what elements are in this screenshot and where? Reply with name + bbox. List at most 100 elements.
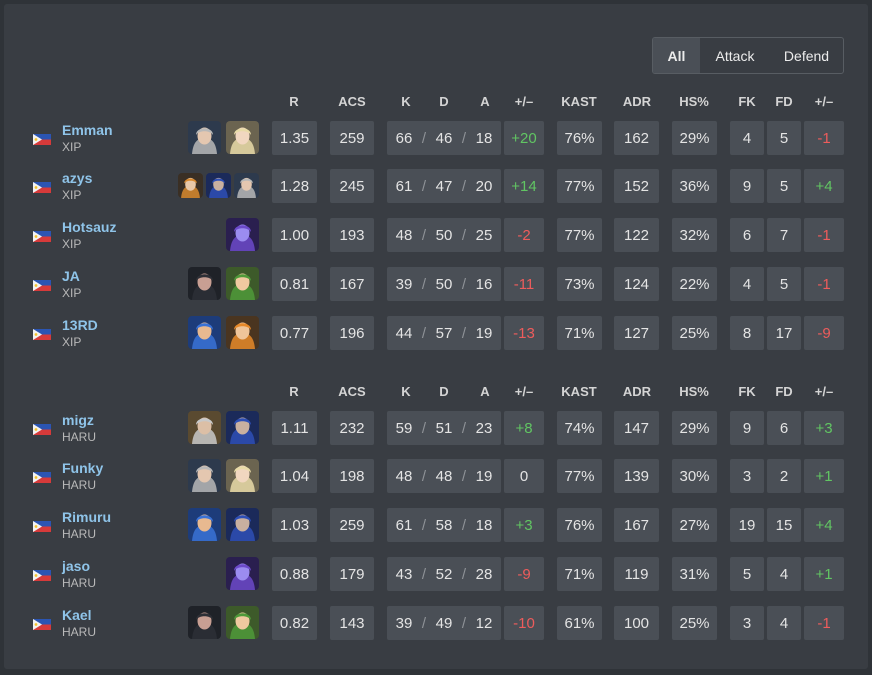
column-header[interactable]: +/– [799,94,849,109]
stat-hs: 30% [672,459,717,493]
agent-gray-hair-icon [188,459,221,492]
kda-separator: / [461,177,467,195]
stat-acs: 193 [330,218,374,252]
stat-kda: 61 / 47 / 20 [387,169,501,203]
stat-fkfd: +1 [804,459,844,493]
stat-fkfd-value: +3 [815,419,833,437]
stat-acs: 167 [330,267,374,301]
stats-header-row: R ACS K D A +/– KAST ADR HS% FK FD +/– [0,94,872,112]
column-header[interactable]: HS% [669,94,719,109]
kills-value: 66 [395,129,413,147]
stat-pm-value: -10 [513,614,535,632]
player-name-link[interactable]: JA [62,268,80,284]
player-name-link[interactable]: Rimuru [62,509,111,525]
stat-fk-value: 8 [742,324,752,342]
stat-fk: 4 [730,121,764,155]
stat-kast: 71% [557,557,602,591]
player-name-link[interactable]: migz [62,412,94,428]
player-team: XIP [62,140,82,154]
column-header[interactable]: +/– [499,94,549,109]
assists-value: 18 [475,129,493,147]
stat-pm: -2 [504,218,544,252]
stat-kda: 61 / 58 / 18 [387,508,501,542]
agent-blue-spiky-icon [188,316,221,349]
column-header[interactable]: HS% [669,384,719,399]
column-header[interactable]: +/– [499,384,549,399]
deaths-value: 52 [435,565,453,583]
kda-separator: / [421,419,427,437]
stat-r: 0.77 [272,316,317,350]
stat-fkfd: -1 [804,218,844,252]
stat-adr: 152 [614,169,659,203]
kda-separator: / [461,614,467,632]
stat-fd: 2 [767,459,801,493]
player-name-link[interactable]: Emman [62,122,113,138]
player-team: HARU [62,478,97,492]
stat-fkfd-value: +1 [815,565,833,583]
stat-adr-value: 167 [623,516,650,534]
player-team: XIP [62,237,82,251]
stat-fk-value: 9 [742,419,752,437]
kda-separator: / [421,614,427,632]
column-header[interactable]: ADR [612,94,662,109]
stat-pm-value: +8 [515,419,533,437]
stat-fd: 6 [767,411,801,445]
stat-kast-value: 73% [564,275,595,293]
philippines-flag-icon [33,519,51,532]
stat-pm-value: +20 [511,129,537,147]
column-header[interactable]: +/– [799,384,849,399]
filter-all-button[interactable]: All [653,38,700,73]
stat-fkfd-value: -9 [817,324,831,342]
column-header[interactable]: KAST [554,384,604,399]
stat-fk: 3 [730,459,764,493]
player-name-link[interactable]: Funky [62,460,103,476]
kda-separator: / [461,324,467,342]
player-row: Emman XIP 1.35 259 66 / 46 / 18 +20 76% 162 29% 4 5 -1 [0,120,872,156]
column-header[interactable]: ADR [612,384,662,399]
stat-r: 1.00 [272,218,317,252]
assists-value: 12 [475,614,493,632]
assists-value: 23 [475,419,493,437]
player-team: XIP [62,188,82,202]
kda-separator: / [421,565,427,583]
stat-acs: 245 [330,169,374,203]
stat-fd: 17 [767,316,801,350]
stat-fk: 19 [730,508,764,542]
column-header[interactable]: ACS [327,94,377,109]
agent-orange-goggles-icon [226,316,259,349]
filter-defend-button[interactable]: Defend [770,38,843,73]
agent-silver-hair-icon [188,411,221,444]
column-header[interactable]: KAST [554,94,604,109]
stat-pm: +3 [504,508,544,542]
agent-purple-hood-icon [226,218,259,251]
player-row: Hotsauz XIP 1.00 193 48 / 50 / 25 -2 77% 122 32% 6 7 -… [0,217,872,253]
player-name-link[interactable]: Kael [62,607,92,623]
agent-orange-hood-icon [178,173,203,198]
philippines-flag-icon [33,617,51,630]
kda-separator: / [421,275,427,293]
stat-hs-value: 22% [679,275,710,293]
philippines-flag-icon [33,132,51,145]
stat-kast-value: 61% [564,614,595,632]
agent-blonde-icon [226,459,259,492]
deaths-value: 51 [435,419,453,437]
player-name-link[interactable]: 13RD [62,317,98,333]
player-name-link[interactable]: Hotsauz [62,219,116,235]
stat-fd-value: 5 [779,275,789,293]
stat-fkfd-value: -1 [817,129,831,147]
philippines-flag-icon [33,568,51,581]
stat-fkfd: +1 [804,557,844,591]
agent-masked-icon [188,606,221,639]
player-name-link[interactable]: jaso [62,558,90,574]
stat-fd: 4 [767,557,801,591]
column-header[interactable]: R [269,94,319,109]
stat-fkfd-value: -1 [817,226,831,244]
stat-acs: 259 [330,121,374,155]
player-name-link[interactable]: azys [62,170,92,186]
stat-pm: +8 [504,411,544,445]
filter-attack-button[interactable]: Attack [700,38,770,73]
column-header[interactable]: ACS [327,384,377,399]
player-row: jaso HARU 0.88 179 43 / 52 / 28 -9 71% 119 31% 5 4 +1 [0,556,872,592]
stat-adr: 124 [614,267,659,301]
column-header[interactable]: R [269,384,319,399]
